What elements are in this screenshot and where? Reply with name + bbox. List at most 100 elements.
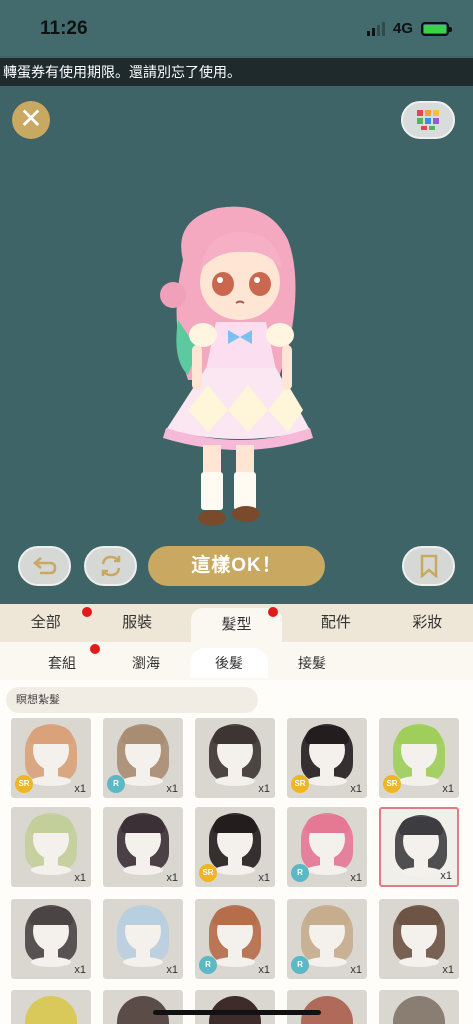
hair-item[interactable] xyxy=(11,990,91,1024)
confirm-ok-button[interactable]: 這樣OK！ xyxy=(148,546,325,586)
notification-dot xyxy=(82,607,92,617)
hair-top xyxy=(29,726,73,744)
item-count: x1 xyxy=(258,783,270,795)
mannequin-stand xyxy=(307,957,347,967)
mannequin-stand xyxy=(123,776,163,786)
item-count: x1 xyxy=(258,964,270,976)
hair-top xyxy=(121,815,165,833)
tab-back-hair[interactable]: 後髮 xyxy=(190,648,268,678)
item-count: x1 xyxy=(166,872,178,884)
hair-item[interactable]: x1 xyxy=(379,807,459,887)
hair-top xyxy=(29,815,73,833)
close-icon: ✕ xyxy=(19,103,43,134)
hair-item[interactable]: SR x1 xyxy=(195,807,275,887)
clock: 11:26 xyxy=(40,18,88,39)
hair-top xyxy=(213,815,257,833)
item-count: x1 xyxy=(350,783,362,795)
item-count: x1 xyxy=(442,964,454,976)
item-count: x1 xyxy=(74,964,86,976)
hair-item[interactable] xyxy=(379,990,459,1024)
hair-top xyxy=(397,907,441,925)
undo-icon xyxy=(32,557,56,575)
hair-item[interactable]: x1 xyxy=(103,899,183,979)
tab-all[interactable]: 全部 xyxy=(0,604,91,642)
mannequin-stand xyxy=(215,865,255,875)
hair-top xyxy=(213,907,257,925)
hair-item[interactable] xyxy=(287,990,367,1024)
tab-accessories[interactable]: 配件 xyxy=(290,604,381,642)
home-indicator[interactable] xyxy=(153,1010,321,1015)
hair-item[interactable]: Rx1 xyxy=(287,807,367,887)
mannequin-stand xyxy=(123,957,163,967)
rarity-badge: R xyxy=(199,956,217,974)
hair-item[interactable]: x1 xyxy=(103,807,183,887)
rarity-badge: SR xyxy=(291,775,309,793)
mannequin-stand xyxy=(215,776,255,786)
rarity-badge: SR xyxy=(383,775,401,793)
hair-item[interactable]: Rx1 xyxy=(195,899,275,979)
mannequin-stand xyxy=(307,865,347,875)
tab-makeup[interactable]: 彩妝 xyxy=(382,604,473,642)
hair-item[interactable]: SR x1 xyxy=(287,718,367,798)
network-label: 4G xyxy=(392,20,413,37)
subcategory-tabs: 套組 瀏海 後髮 接髮 xyxy=(0,642,473,680)
mannequin-stand xyxy=(31,776,71,786)
color-palette-button[interactable] xyxy=(401,101,455,139)
tab-clothing[interactable]: 服裝 xyxy=(91,604,182,642)
rarity-badge: R xyxy=(291,956,309,974)
hair-item[interactable] xyxy=(103,990,183,1024)
hair-top xyxy=(305,815,349,833)
hair-item[interactable]: SR x1 xyxy=(11,718,91,798)
hair-item[interactable]: x1 xyxy=(195,718,275,798)
hair-preview xyxy=(393,996,445,1024)
item-count: x1 xyxy=(442,783,454,795)
tab-set[interactable]: 套組 xyxy=(28,648,96,678)
rarity-badge: R xyxy=(107,775,125,793)
hair-top xyxy=(121,907,165,925)
hair-item[interactable]: Rx1 xyxy=(287,899,367,979)
hair-item[interactable]: SR x1 xyxy=(379,718,459,798)
notification-dot xyxy=(90,644,100,654)
filter-label[interactable]: 瞑想紮髮 xyxy=(6,687,258,713)
mannequin-stand xyxy=(399,957,439,967)
item-count: x1 xyxy=(440,870,452,882)
hair-top xyxy=(121,726,165,744)
item-count: x1 xyxy=(74,872,86,884)
hair-item[interactable] xyxy=(195,990,275,1024)
randomize-button[interactable] xyxy=(84,546,137,586)
status-icons: 4G xyxy=(366,20,452,37)
item-count: x1 xyxy=(350,872,362,884)
mannequin-stand xyxy=(31,865,71,875)
hair-item[interactable]: x1 xyxy=(379,899,459,979)
tab-bangs[interactable]: 瀏海 xyxy=(110,648,182,678)
signal-icon xyxy=(366,21,385,36)
hair-preview xyxy=(25,996,77,1024)
hair-top xyxy=(29,907,73,925)
refresh-icon xyxy=(101,555,120,577)
rarity-badge: SR xyxy=(199,864,217,882)
item-count: x1 xyxy=(74,783,86,795)
mannequin-stand xyxy=(31,957,71,967)
hair-top xyxy=(399,817,443,835)
item-count: x1 xyxy=(258,872,270,884)
hair-top xyxy=(213,726,257,744)
undo-button[interactable] xyxy=(18,546,71,586)
hair-item[interactable]: x1 xyxy=(11,899,91,979)
palette-grid-icon xyxy=(417,110,439,130)
rarity-badge: R xyxy=(291,864,309,882)
notice-marquee: 轉蛋券有使用期限。還請別忘了使用。 xyxy=(0,58,473,86)
item-panel: 瞑想紮髮 SR x1 Rx1 x1 SR x1 SR x1 x1 x1 SR x1 Rx1 x1 x1 x1 R… xyxy=(0,680,473,1024)
bookmark-button[interactable] xyxy=(402,546,455,586)
mannequin-stand xyxy=(123,865,163,875)
hair-item[interactable]: Rx1 xyxy=(103,718,183,798)
mannequin-stand xyxy=(215,957,255,967)
notification-dot xyxy=(268,607,278,617)
avatar-character xyxy=(160,206,313,526)
item-count: x1 xyxy=(166,783,178,795)
rarity-badge: SR xyxy=(15,775,33,793)
hair-top xyxy=(305,907,349,925)
tab-hair-extension[interactable]: 接髮 xyxy=(278,648,346,678)
hair-item[interactable]: x1 xyxy=(11,807,91,887)
close-button[interactable]: ✕ xyxy=(12,101,50,139)
item-count: x1 xyxy=(350,964,362,976)
